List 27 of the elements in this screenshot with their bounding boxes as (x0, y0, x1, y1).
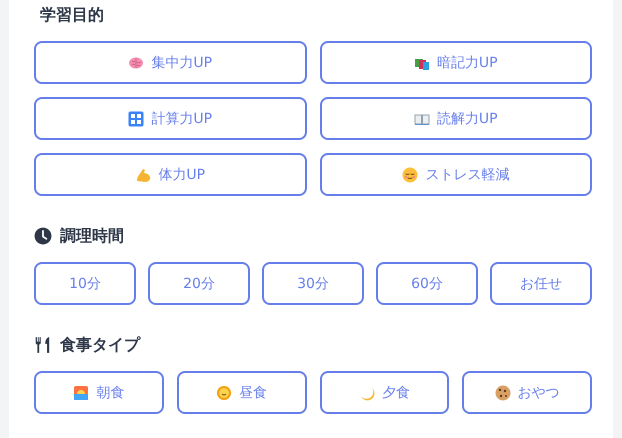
option-button[interactable]: お任せ (490, 262, 592, 305)
option-button[interactable]: 体力UP (34, 153, 306, 196)
smiley-icon (402, 166, 418, 182)
option-button[interactable]: ストレス軽減 (320, 153, 592, 196)
option-button[interactable]: 朝食 (34, 371, 164, 414)
cookie-icon (494, 384, 511, 400)
clock-icon (34, 227, 52, 245)
option-button[interactable]: 20分 (148, 262, 250, 305)
section-heading: 調理時間 (60, 226, 124, 246)
utensils-icon (34, 336, 52, 354)
section-heading: 学習目的 (40, 4, 104, 26)
keypad-icon (128, 110, 144, 126)
option-button[interactable]: おやつ (462, 371, 592, 414)
option-button[interactable]: 計算力UP (34, 97, 306, 140)
option-button[interactable]: 集中力UP (34, 41, 306, 84)
flexed-arm-icon (135, 166, 152, 182)
sunrise-icon (73, 384, 90, 400)
option-button[interactable]: 30分 (262, 262, 364, 305)
section-heading: 食事タイプ (60, 334, 140, 356)
option-button[interactable]: 10分 (34, 262, 136, 305)
option-button[interactable]: 読解力UP (320, 97, 592, 140)
option-button[interactable]: 60分 (376, 262, 478, 305)
option-button[interactable]: 昼食 (176, 371, 306, 414)
brain-icon (128, 54, 144, 70)
option-button[interactable]: 暗記力UP (320, 41, 592, 84)
sun-icon (216, 384, 232, 400)
option-button[interactable]: 夕食 (320, 371, 450, 414)
